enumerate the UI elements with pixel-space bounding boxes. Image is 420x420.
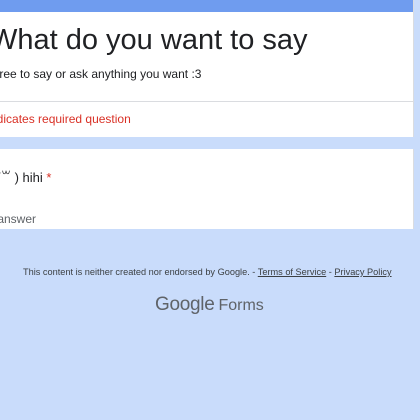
form-title: What do you want to say	[0, 24, 308, 56]
short-answer-input[interactable]	[0, 209, 170, 229]
question-title-text: ﾌ˘꒳ ) hihi	[0, 170, 43, 185]
disclaimer-text: This content is neither created nor endo…	[23, 267, 256, 277]
footer-disclaimer: This content is neither created nor endo…	[23, 266, 392, 278]
forms-wordmark: Forms	[218, 297, 264, 314]
google-wordmark: Google	[155, 294, 215, 315]
form-header-card: What do you want to say l free to say or…	[0, 0, 414, 137]
form-description: l free to say or ask anything you want :…	[0, 67, 202, 81]
privacy-policy-link[interactable]: Privacy Policy	[334, 267, 391, 277]
question-title: ﾌ˘꒳ ) hihi *	[0, 169, 51, 187]
header-divider	[0, 101, 413, 102]
required-question-note: ndicates required question	[0, 112, 131, 126]
footer-separator: -	[328, 267, 332, 277]
google-forms-logo[interactable]: Google Forms	[155, 293, 264, 318]
form-page: What do you want to say l free to say or…	[0, 0, 420, 420]
terms-of-service-link[interactable]: Terms of Service	[258, 267, 326, 277]
theme-accent-bar	[0, 0, 413, 12]
question-card: ﾌ˘꒳ ) hihi *	[0, 149, 414, 229]
required-asterisk: *	[46, 170, 52, 185]
